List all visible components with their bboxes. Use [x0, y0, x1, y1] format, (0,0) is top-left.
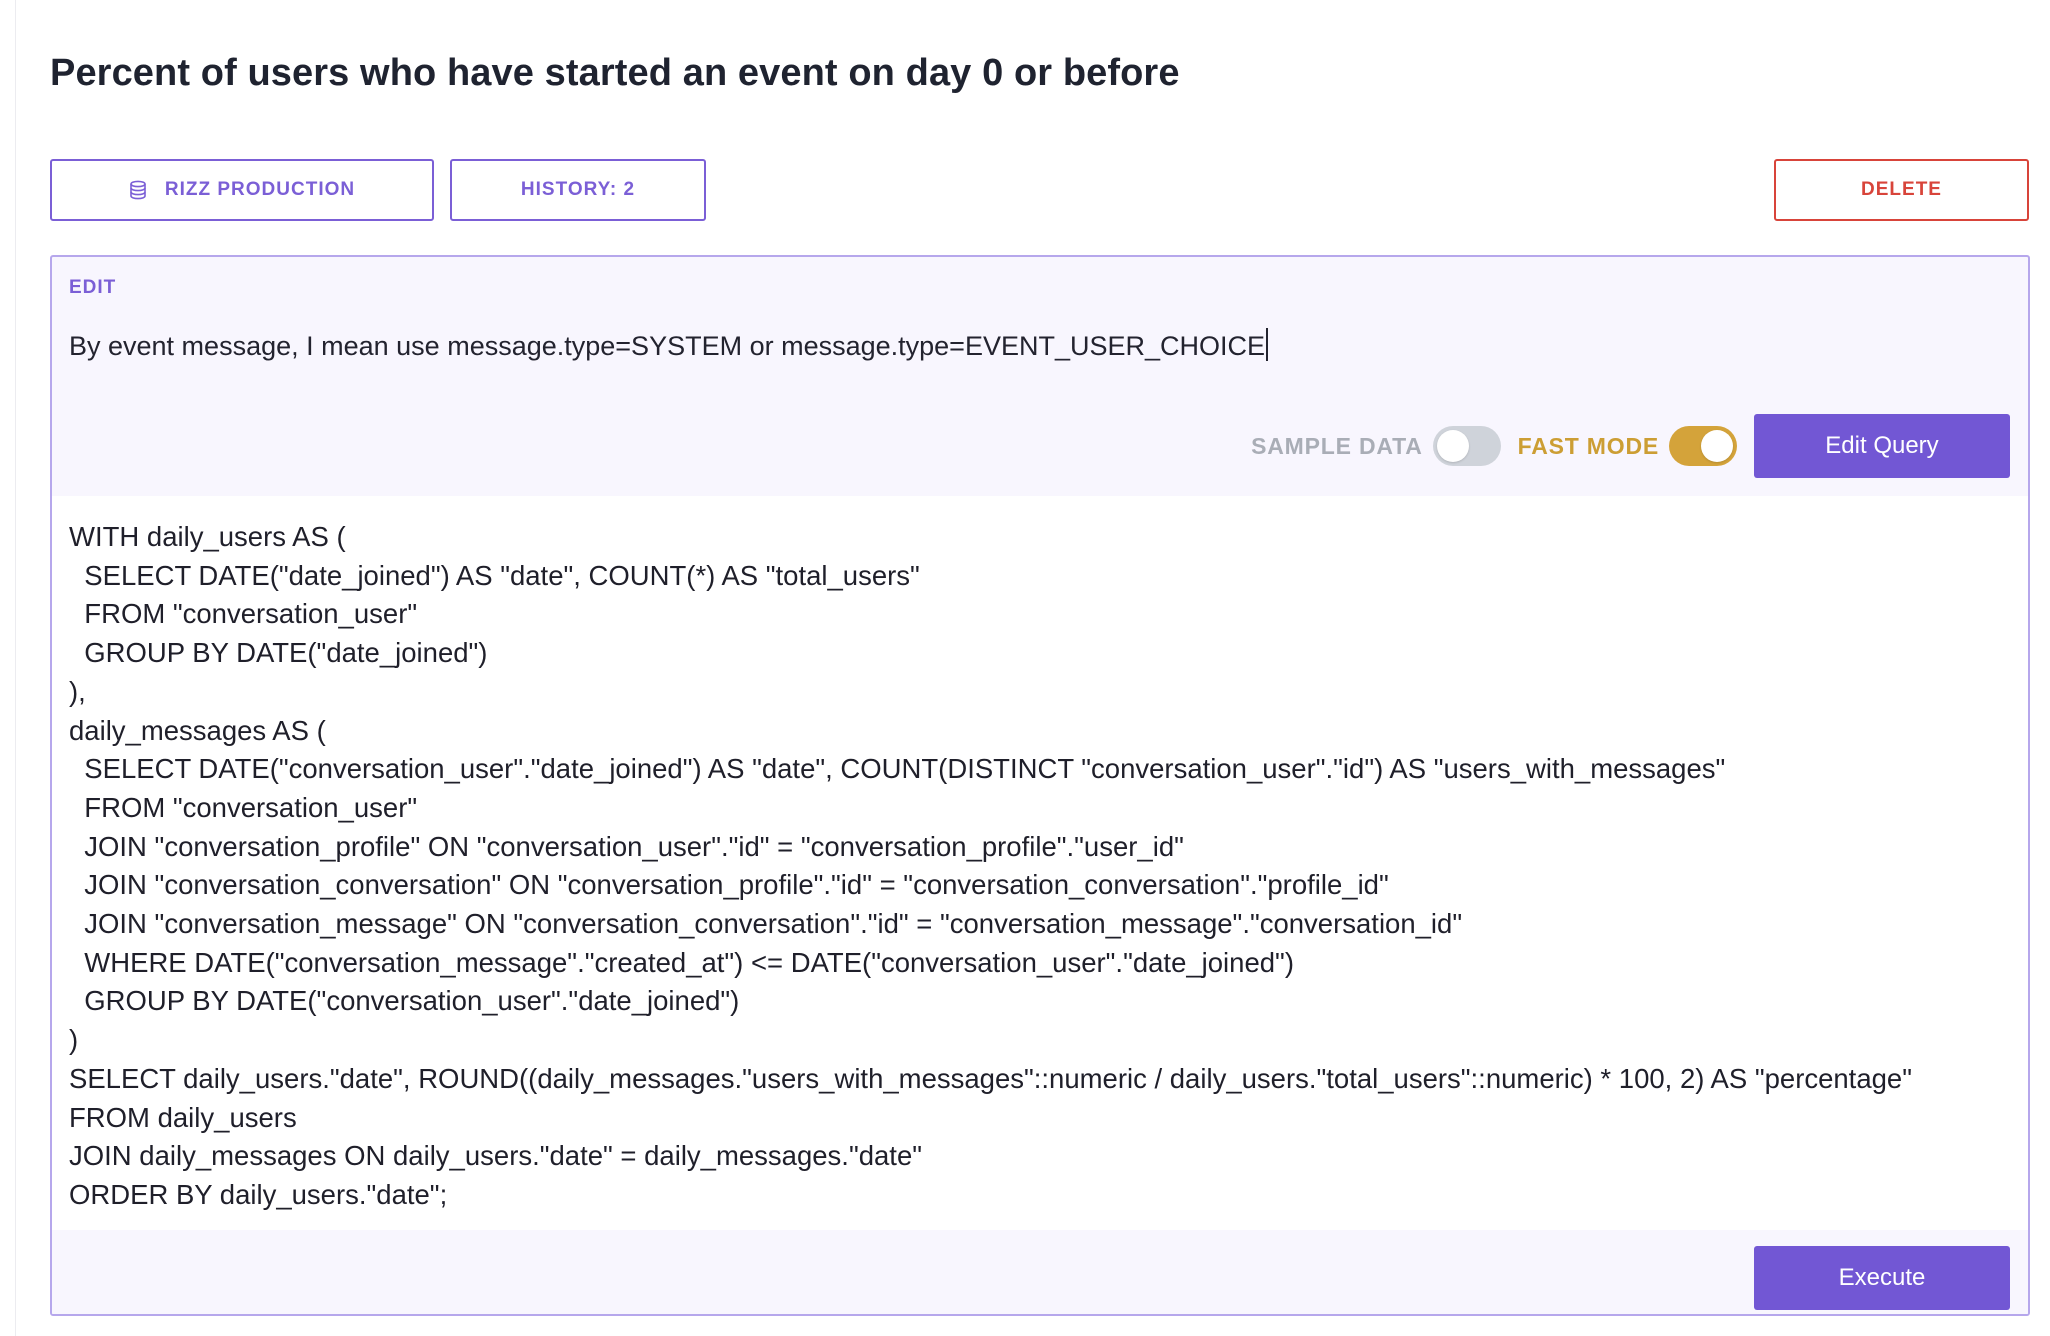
prompt-text: By event message, I mean use message.typ…: [69, 331, 1266, 361]
code-line: daily_messages AS (: [69, 714, 326, 746]
execute-button[interactable]: Execute: [1754, 1246, 2010, 1310]
code-line: WITH daily_users AS (: [69, 521, 346, 552]
code-line: JOIN "conversation_conversation" ON "con…: [69, 869, 1389, 901]
sample-data-toggle[interactable]: [1432, 426, 1501, 466]
code-line: FROM daily_users: [69, 1101, 297, 1133]
text-caret: [1266, 328, 1269, 361]
history-button[interactable]: HISTORY: 2: [450, 159, 706, 221]
code-line: JOIN "conversation_message" ON "conversa…: [69, 908, 1463, 940]
delete-label: DELETE: [1861, 179, 1942, 200]
code-line: FROM "conversation_user": [69, 598, 418, 630]
code-line: SELECT daily_users."date", ROUND((daily_…: [69, 1062, 1912, 1094]
edit-query-button[interactable]: Edit Query: [1754, 414, 2010, 478]
edit-section-label: EDIT: [69, 277, 117, 298]
options-row: SAMPLE DATA FAST MODE Edit Query: [1251, 414, 2010, 478]
history-label: HISTORY: 2: [520, 179, 636, 200]
code-line: FROM "conversation_user": [69, 791, 418, 823]
code-line: JOIN daily_messages ON daily_users."date…: [69, 1140, 922, 1172]
database-icon: [129, 180, 147, 200]
sql-code-editor[interactable]: WITH daily_users AS ( SELECT DATE("date_…: [52, 496, 2028, 1230]
code-line: GROUP BY DATE("date_joined"): [69, 637, 488, 669]
fast-mode-toggle[interactable]: [1669, 426, 1737, 466]
toggle-knob: [1436, 430, 1469, 462]
fast-mode-label: FAST MODE: [1517, 432, 1659, 459]
prompt-input[interactable]: By event message, I mean use message.typ…: [69, 328, 1269, 362]
query-editor-panel: EDIT By event message, I mean use messag…: [50, 255, 2030, 1316]
code-line: JOIN "conversation_profile" ON "conversa…: [69, 830, 1184, 862]
sample-data-label: SAMPLE DATA: [1251, 432, 1423, 459]
editor-footer: Execute: [52, 1230, 2028, 1314]
code-line: ),: [69, 675, 86, 707]
page-title: Percent of users who have started an eve…: [50, 52, 1180, 94]
database-label: RIZZ PRODUCTION: [164, 179, 356, 200]
code-line: GROUP BY DATE("conversation_user"."date_…: [69, 985, 740, 1017]
left-divider: [15, 0, 16, 1336]
code-line: SELECT DATE("date_joined") AS "date", CO…: [69, 559, 920, 591]
code-line: ): [69, 1024, 79, 1056]
delete-button[interactable]: DELETE: [1774, 159, 2029, 221]
code-line: SELECT DATE("conversation_user"."date_jo…: [69, 753, 1726, 785]
code-line: ORDER BY daily_users."date";: [69, 1178, 448, 1210]
toggle-knob: [1701, 430, 1733, 462]
database-select-button[interactable]: RIZZ PRODUCTION: [50, 159, 434, 221]
code-line: WHERE DATE("conversation_message"."creat…: [69, 946, 1294, 978]
